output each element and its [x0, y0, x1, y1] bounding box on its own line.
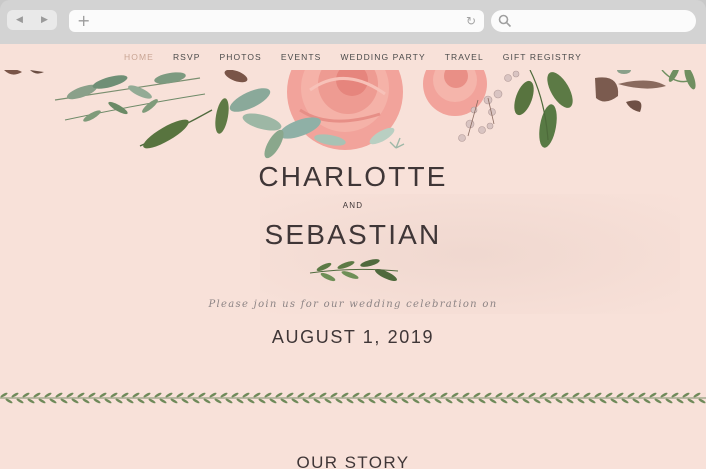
- partner-one-name: CHARLOTTE: [258, 161, 448, 192]
- site-nav: HOME RSVP PHOTOS EVENTS WEDDING PARTY TR…: [0, 50, 706, 64]
- forward-arrow-icon[interactable]: ▶: [32, 10, 57, 30]
- search-field[interactable]: [491, 10, 696, 32]
- floral-header-illustration: [4, 70, 696, 159]
- vine-divider: [0, 392, 706, 404]
- browser-window: ◀ ▶ + ↻ HOME RSVP PHOTOS EVENTS WEDDING …: [0, 0, 706, 469]
- nav-wedding-party[interactable]: WEDDING PARTY: [340, 50, 425, 64]
- section-title-our-story: OUR STORY: [296, 453, 410, 469]
- history-buttons: ◀ ▶: [7, 10, 57, 30]
- nav-events[interactable]: EVENTS: [281, 50, 322, 64]
- and-connector: AND: [342, 201, 364, 210]
- wedding-website: HOME RSVP PHOTOS EVENTS WEDDING PARTY TR…: [0, 44, 706, 469]
- browser-toolbar: ◀ ▶ + ↻: [0, 0, 706, 44]
- nav-photos[interactable]: PHOTOS: [219, 50, 261, 64]
- address-bar[interactable]: + ↻: [69, 10, 484, 32]
- partner-two-name: SEBASTIAN: [264, 219, 442, 250]
- nav-home[interactable]: HOME: [124, 50, 154, 64]
- reload-icon[interactable]: ↻: [466, 12, 476, 30]
- back-arrow-icon[interactable]: ◀: [7, 10, 32, 30]
- watercolor-wash: [260, 194, 680, 314]
- invitation-text: Please join us for our wedding celebrati…: [208, 299, 498, 310]
- nav-gift-registry[interactable]: GIFT REGISTRY: [503, 50, 582, 64]
- nav-travel[interactable]: TRAVEL: [445, 50, 484, 64]
- plus-icon[interactable]: +: [77, 11, 90, 31]
- wedding-date: AUGUST 1, 2019: [271, 327, 435, 347]
- leaf-sprig-ornament: [309, 259, 399, 282]
- search-icon: [498, 14, 512, 28]
- nav-rsvp[interactable]: RSVP: [173, 50, 201, 64]
